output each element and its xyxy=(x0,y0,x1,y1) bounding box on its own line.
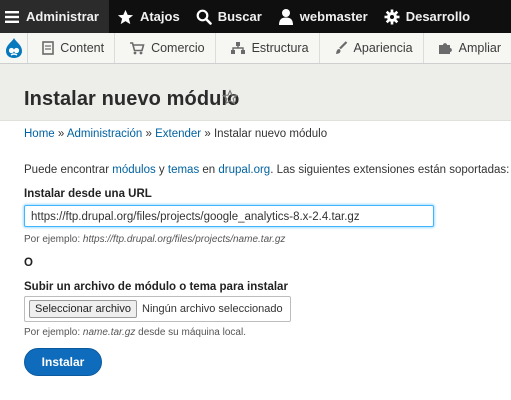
breadcrumb-separator: » xyxy=(204,128,211,140)
toolbar-item-label: Desarrollo xyxy=(405,9,471,24)
hint-suffix: desde su máquina local. xyxy=(138,327,246,338)
hint-example: https://ftp.drupal.org/files/projects/na… xyxy=(82,234,286,245)
hint-example: name.tar.gz xyxy=(82,327,136,338)
user-icon xyxy=(278,9,293,25)
tray-item-label: Content xyxy=(60,41,105,55)
tray-item-ampliar[interactable]: Ampliar xyxy=(424,33,511,63)
breadcrumb-separator: » xyxy=(57,128,65,140)
toolbar-item-label: Administrar xyxy=(26,9,99,24)
tray-item-label: Apariencia xyxy=(353,41,413,55)
intro-text-part: y xyxy=(158,164,165,176)
breadcrumb-link-extender[interactable]: Extender xyxy=(155,128,201,140)
breadcrumb-link-home[interactable]: Home xyxy=(24,128,55,140)
hamburger-icon xyxy=(5,10,19,23)
tray-item-content[interactable]: Content xyxy=(28,33,116,63)
url-field-label: Instalar desde una URL xyxy=(24,188,152,200)
tray-item-label: Ampliar xyxy=(458,41,501,55)
toolbar-item-webmaster[interactable]: webmaster xyxy=(270,0,376,33)
toolbar-item-desarrollo[interactable]: Desarrollo xyxy=(376,0,478,33)
breadcrumb-link-administracion[interactable]: Administración xyxy=(67,128,142,140)
toolbar-item-label: Buscar xyxy=(217,9,262,24)
toolbar-item-administrar[interactable]: Administrar xyxy=(0,0,109,33)
star-icon xyxy=(117,9,134,24)
tray-item-comercio[interactable]: Comercio xyxy=(115,33,216,63)
intro-text: Puede encontrar módulos y temas en drupa… xyxy=(24,164,509,176)
drupal-logo[interactable] xyxy=(0,33,29,63)
puzzle-icon xyxy=(438,43,452,54)
hint-prefix: Por ejemplo: xyxy=(24,327,81,338)
toolbar-item-label: webmaster xyxy=(299,9,368,24)
themes-link[interactable]: temas xyxy=(168,164,199,176)
structure-icon xyxy=(230,42,245,54)
star-outline-icon[interactable] xyxy=(222,89,238,105)
modules-link[interactable]: módulos xyxy=(112,164,155,176)
admin-toolbar: Administrar Atajos Buscar webmaster Desa… xyxy=(0,0,511,33)
toolbar-item-buscar[interactable]: Buscar xyxy=(188,0,270,33)
gear-icon xyxy=(384,9,400,24)
page-title: Instalar nuevo módulo xyxy=(24,88,240,110)
drupal-drop-icon xyxy=(5,38,22,58)
toolbar-item-atajos[interactable]: Atajos xyxy=(109,0,188,33)
tray-item-label: Comercio xyxy=(151,41,205,55)
tray-item-estructura[interactable]: Estructura xyxy=(216,33,320,63)
breadcrumb-separator: » xyxy=(145,128,152,140)
admin-tray: Content Comercio Estructura Apariencia A… xyxy=(0,33,511,64)
cart-icon xyxy=(130,42,145,55)
install-button[interactable]: Instalar xyxy=(24,348,102,376)
intro-text-part: Puede encontrar xyxy=(24,164,110,176)
intro-text-part: en xyxy=(202,164,216,176)
choose-file-button[interactable]: Seleccionar archivo xyxy=(29,300,137,318)
drupal-org-link[interactable]: drupal.org xyxy=(218,164,270,176)
breadcrumb-current: Instalar nuevo módulo xyxy=(213,128,328,140)
toolbar-item-label: Atajos xyxy=(139,9,180,24)
tray-item-apariencia[interactable]: Apariencia xyxy=(320,33,424,63)
page-header: Instalar nuevo módulo xyxy=(0,64,511,121)
install-url-input[interactable]: https://ftp.drupal.org/files/projects/go… xyxy=(24,205,434,227)
url-field-hint: Por ejemplo: https://ftp.drupal.org/file… xyxy=(24,234,285,245)
or-separator: O xyxy=(24,257,33,269)
brush-icon xyxy=(335,41,347,54)
content-icon xyxy=(42,41,55,55)
upload-field-label: Subir un archivo de módulo o tema para i… xyxy=(24,281,288,293)
search-icon xyxy=(196,9,212,25)
breadcrumb: Home » Administración » Extender » Insta… xyxy=(24,128,327,140)
intro-text-part: . Las siguientes extensiones están sopor… xyxy=(270,164,510,176)
file-upload-field: Seleccionar archivo Ningún archivo selec… xyxy=(24,296,291,322)
file-status: Ningún archivo seleccionado xyxy=(142,303,283,315)
upload-field-hint: Por ejemplo: name.tar.gz desde su máquin… xyxy=(24,327,246,338)
hint-prefix: Por ejemplo: xyxy=(24,234,81,245)
tray-item-label: Estructura xyxy=(251,41,309,55)
